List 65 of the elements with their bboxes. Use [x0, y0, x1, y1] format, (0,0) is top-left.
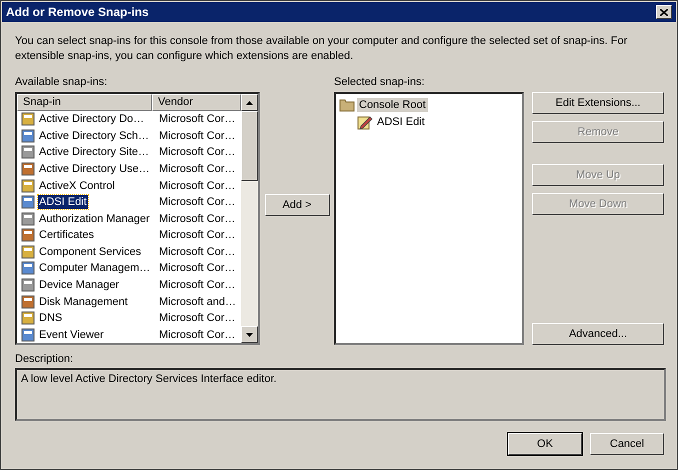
vendor-cell-text: Microsoft Cor… — [158, 196, 236, 208]
snap-in-name[interactable]: Active Directory Site… — [38, 145, 150, 160]
snap-in-icon — [20, 277, 36, 294]
folder-icon — [339, 96, 355, 112]
side-button[interactable]: Advanced... — [532, 323, 664, 345]
snap-in-name[interactable]: Event Viewer — [38, 328, 105, 342]
up-arrow-icon — [246, 100, 253, 104]
snap-in-name[interactable]: ActiveX Control — [38, 178, 116, 193]
down-arrow-icon — [246, 332, 253, 336]
column-header[interactable]: Vendor — [152, 94, 241, 111]
notepad-pencil-icon — [357, 114, 373, 130]
snap-in-name[interactable]: DNS — [38, 311, 64, 326]
scroll-down-button[interactable] — [241, 326, 258, 343]
snap-in-icon — [20, 144, 36, 160]
dialog-button[interactable]: Cancel — [590, 433, 664, 455]
snap-in-icon — [20, 294, 36, 310]
snap-in-name[interactable]: Authorization Manager — [38, 212, 151, 226]
description-box: A low level Active Directory Services Interface editor. — [15, 368, 666, 421]
description-label: Description: — [15, 353, 74, 365]
column-header[interactable]: Snap-in — [17, 94, 152, 111]
close-button[interactable] — [656, 5, 672, 19]
snap-in-name[interactable]: Device Manager — [38, 278, 120, 292]
window-title: Add or Remove Snap-ins — [6, 5, 149, 19]
snap-in-name[interactable]: Component Services — [38, 244, 142, 259]
vendor-cell-text: Microsoft Cor… — [158, 328, 236, 341]
snap-in-icon — [20, 161, 36, 178]
intro-text: You can select snap-ins for this console from those available on your computer and configure the selected set of snap-ins. For extensible snap-ins, you can configure which extensions are enabled. — [15, 34, 628, 64]
snap-in-name[interactable]: Disk Management — [38, 294, 129, 309]
snap-in-icon — [20, 310, 36, 326]
snap-in-icon — [20, 128, 36, 144]
snap-in-icon — [20, 210, 36, 227]
snap-in-name[interactable]: Active Directory Use… — [38, 162, 151, 176]
tree-item[interactable]: ADSI Edit — [375, 114, 427, 128]
snap-in-icon — [20, 227, 36, 244]
snap-in-name[interactable]: ADSI Edit — [38, 195, 88, 210]
snap-in-icon — [20, 194, 36, 210]
snap-in-name[interactable]: Certificates — [38, 228, 96, 242]
vendor-cell-text: Microsoft Cor… — [158, 113, 236, 126]
snap-in-icon — [20, 244, 36, 260]
vendor-cell-text: Microsoft Cor… — [158, 163, 236, 176]
dialog-button[interactable]: OK — [508, 433, 582, 455]
snap-in-name[interactable]: Active Directory Sch… — [38, 128, 150, 143]
vendor-cell-text: Microsoft and… — [158, 296, 236, 308]
tree-item[interactable]: Console Root — [357, 98, 428, 112]
scroll-up-button[interactable] — [241, 94, 258, 111]
vendor-cell-text: Microsoft Cor… — [158, 146, 236, 158]
close-icon — [660, 8, 668, 16]
snap-in-name[interactable]: Computer Managem… — [38, 261, 152, 276]
snap-in-name[interactable]: Active Directory Do… — [38, 112, 146, 126]
vendor-cell-text: Microsoft Cor… — [158, 279, 236, 292]
vendor-cell-text: Microsoft Cor… — [158, 262, 236, 274]
vendor-cell-text: Microsoft Cor… — [158, 312, 236, 324]
snap-in-icon — [20, 111, 36, 128]
snap-in-icon — [20, 178, 36, 194]
vendor-cell-text: Microsoft Cor… — [158, 229, 236, 242]
scroll-thumb[interactable] — [241, 111, 258, 181]
side-button[interactable]: Edit Extensions... — [532, 92, 664, 114]
vendor-cell-text: Microsoft Cor… — [158, 130, 236, 142]
vendor-cell-text: Microsoft Cor… — [158, 246, 236, 258]
list-label: Available snap-ins: — [15, 76, 108, 89]
vendor-cell-text: Microsoft Cor… — [158, 212, 236, 225]
vendor-cell-text: Microsoft Cor… — [158, 180, 236, 192]
add-button[interactable]: Add > — [264, 194, 330, 216]
list-label: Selected snap-ins: — [334, 76, 426, 89]
snap-in-icon — [20, 260, 36, 276]
